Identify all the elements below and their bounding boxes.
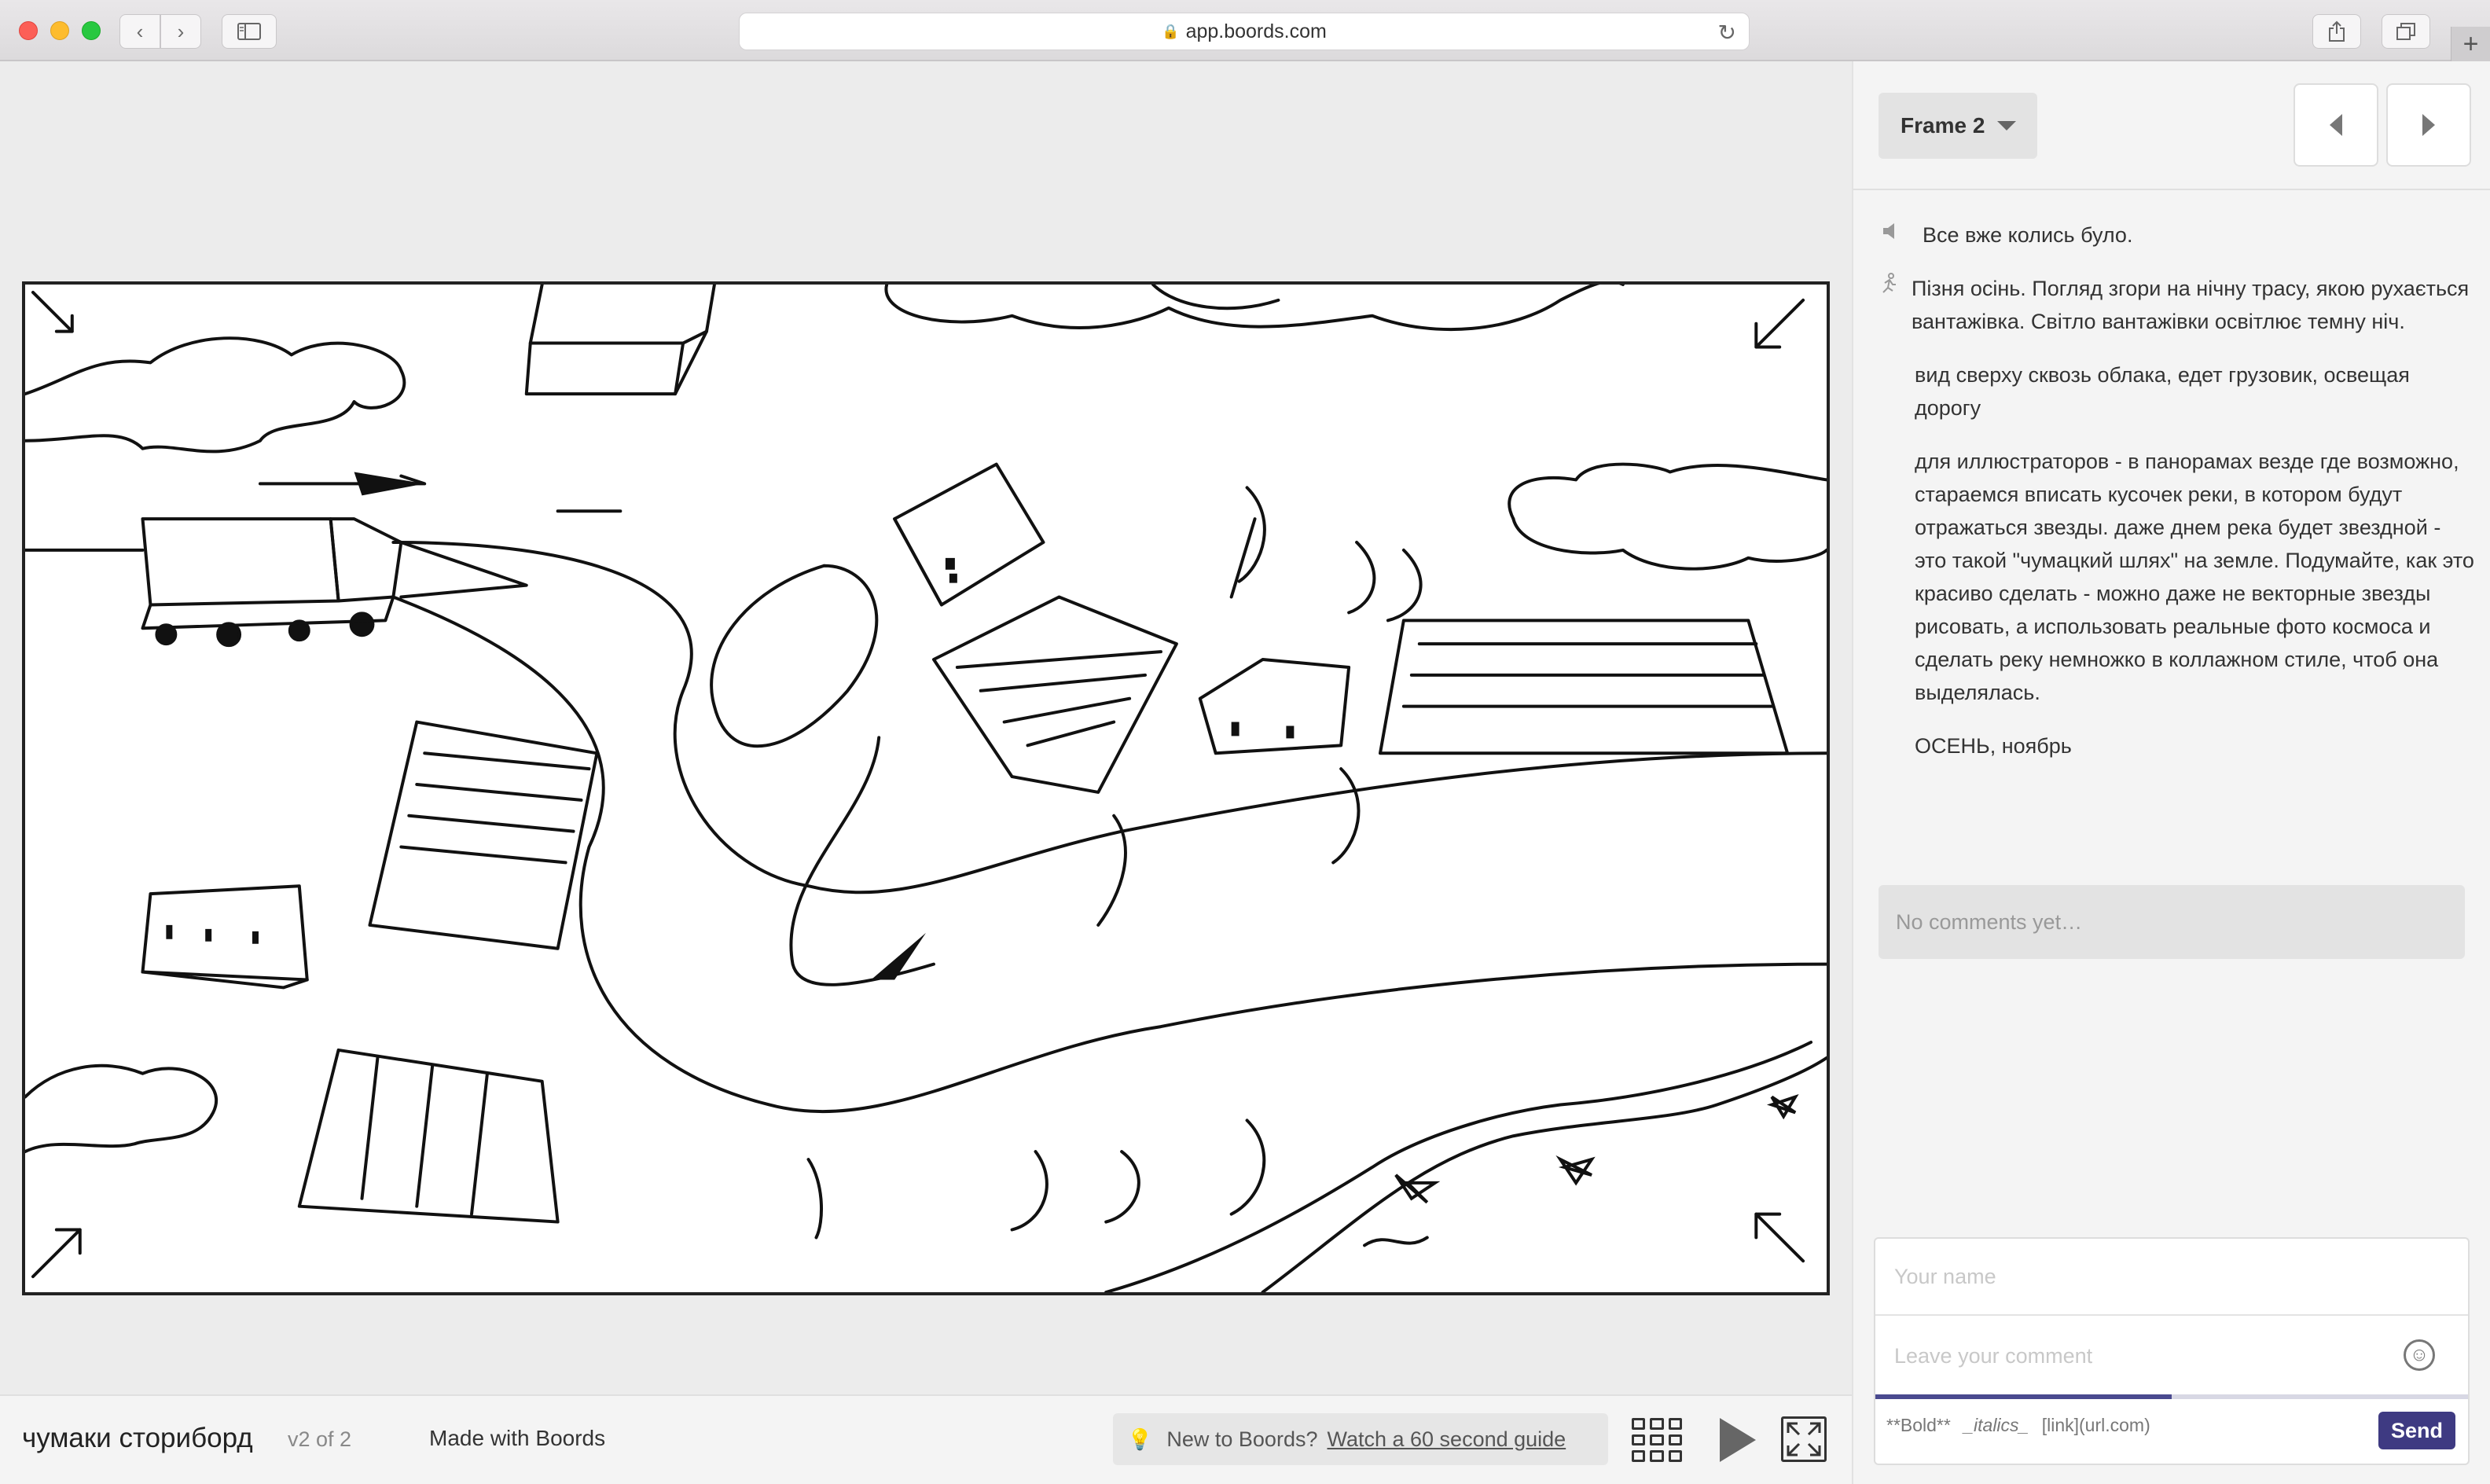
guide-prefix: New to Boords? [1166, 1427, 1318, 1451]
fullscreen-button[interactable] [1781, 1416, 1827, 1462]
forward-button[interactable]: › [160, 14, 201, 49]
new-tab-button[interactable]: + [2451, 27, 2490, 61]
grid-view-button[interactable] [1632, 1418, 1682, 1462]
play-button[interactable] [1713, 1415, 1761, 1465]
comment-progress-bar [1875, 1394, 2468, 1399]
url-text: app.boords.com [1185, 20, 1327, 42]
grid-cell [1632, 1434, 1646, 1446]
grid-icon [1632, 1418, 1646, 1430]
grid-cell [1668, 1418, 1682, 1430]
lightbulb-icon: 💡 [1127, 1427, 1153, 1451]
play-icon [1720, 1418, 1756, 1462]
note-text: Пізня осінь. Погляд згори на нічну трасу… [1912, 277, 2470, 333]
smiley-icon: ☺ [2409, 1344, 2429, 1365]
note-text: вид сверху сквозь облака, едет грузовик,… [1915, 363, 2410, 420]
name-field[interactable] [1875, 1239, 2468, 1316]
reload-icon[interactable]: ↻ [1718, 20, 1736, 46]
arrow-left-icon [2330, 114, 2342, 136]
grid-cell [1650, 1450, 1664, 1462]
storyboard-sketch [25, 285, 1827, 1292]
browser-toolbar: ‹ › 🔒 app.boords.com ↻ + [0, 0, 2490, 61]
guide-link[interactable]: Watch a 60 second guide [1327, 1427, 1566, 1452]
project-title: чумаки сториборд [22, 1423, 253, 1453]
tab-overview-button[interactable] [2382, 14, 2430, 49]
chevron-left-icon: ‹ [136, 19, 144, 43]
share-button[interactable] [2312, 14, 2361, 49]
action-icon [1880, 272, 1901, 305]
lock-icon: 🔒 [1162, 23, 1180, 39]
speaker-icon [1880, 219, 1905, 252]
panel-divider [1853, 189, 2490, 190]
send-button[interactable]: Send [2378, 1412, 2455, 1449]
note-text: для иллюстраторов - в панорамах везде гд… [1915, 450, 2474, 704]
guide-banner: 💡 New to Boords? Watch a 60 second guide [1113, 1413, 1608, 1465]
italics-hint: _italics_ [1963, 1415, 2029, 1435]
grid-cell [1668, 1434, 1682, 1446]
emoji-button[interactable]: ☺ [2404, 1339, 2435, 1371]
frame-notes: Все вже колись було. Пізня осінь. Погляд… [1880, 219, 2474, 783]
caret-down-icon [1997, 121, 2017, 130]
back-button[interactable]: ‹ [119, 14, 160, 49]
grid-cell [1650, 1418, 1664, 1430]
frame-stage [0, 61, 1852, 1394]
note-text: ОСЕНЬ, ноябрь [1915, 734, 2072, 758]
link-hint: [link](url.com) [2041, 1415, 2150, 1435]
frame-label: Frame 2 [1901, 113, 1985, 138]
grid-cell [1650, 1434, 1664, 1446]
storyboard-frame-image [22, 281, 1830, 1295]
next-frame-button[interactable] [2386, 83, 2471, 167]
comment-progress-fill [1875, 1394, 2172, 1399]
bold-hint: **Bold** [1886, 1415, 1951, 1435]
grid-cell [1632, 1450, 1646, 1462]
tabs-icon [2396, 23, 2415, 40]
action-note: Пізня осінь. Погляд згори на нічну трасу… [1880, 272, 2474, 338]
version-label: v2 of 2 [288, 1427, 352, 1451]
format-hint: **Bold** _italics_ [link](url.com) [1886, 1415, 2150, 1436]
sidebar-toggle-button[interactable] [222, 14, 277, 49]
made-with-boords-link[interactable]: Made with Boords [429, 1426, 605, 1451]
close-window-button[interactable] [19, 21, 38, 40]
frame-details-panel: Frame 2 Все вже колись було. Пізня осінь… [1852, 61, 2490, 1484]
bottom-bar: чумаки сториборд v2 of 2 Made with Boord… [0, 1394, 1852, 1484]
address-bar[interactable]: 🔒 app.boords.com ↻ [739, 13, 1750, 50]
sidebar-icon [237, 23, 261, 40]
no-comments-message: No comments yet… [1879, 885, 2465, 959]
frame-selector[interactable]: Frame 2 [1879, 93, 2037, 159]
arrow-right-icon [2422, 114, 2435, 136]
comment-field[interactable] [1875, 1317, 2468, 1396]
share-icon [2329, 20, 2345, 42]
chevron-right-icon: › [177, 19, 185, 43]
grid-cell [1668, 1450, 1682, 1462]
note-text: Все вже колись було. [1923, 223, 2133, 247]
plus-icon: + [2462, 28, 2479, 59]
minimize-window-button[interactable] [50, 21, 69, 40]
zoom-window-button[interactable] [82, 21, 101, 40]
previous-frame-button[interactable] [2294, 83, 2378, 167]
expand-icon [1787, 1422, 1821, 1456]
sound-note: Все вже колись було. [1880, 219, 2474, 252]
comment-form: ☺ **Bold** _italics_ [link](url.com) Sen… [1874, 1237, 2470, 1465]
